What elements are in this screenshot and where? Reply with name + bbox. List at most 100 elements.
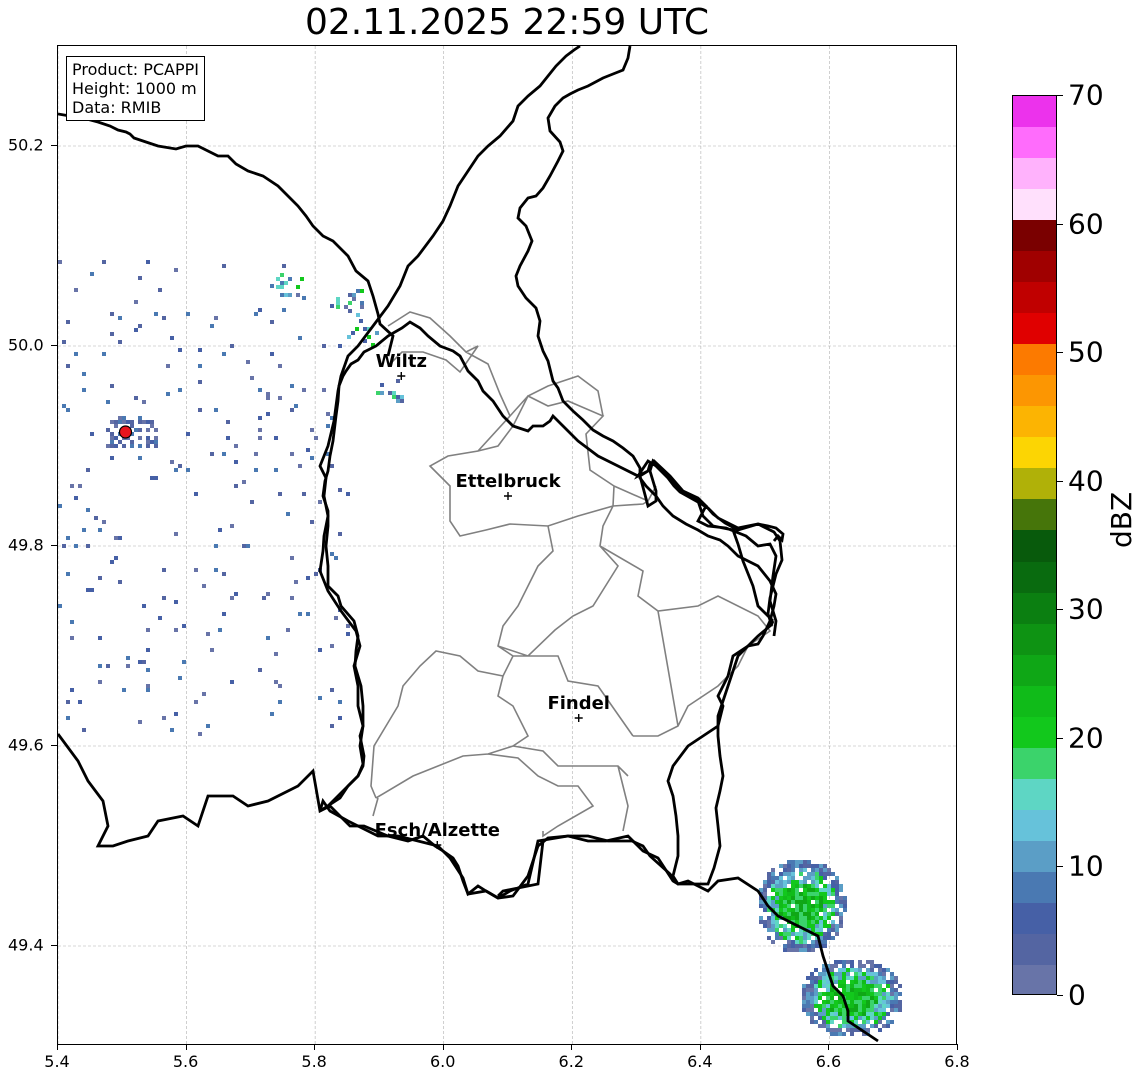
echo-cell: [110, 560, 114, 564]
echo-cell: [787, 868, 791, 872]
echo-cell: [114, 536, 118, 540]
y-tick-label: 49.4: [8, 935, 44, 955]
echo-cell: [835, 912, 839, 916]
echo-cell: [862, 1020, 866, 1024]
echo-cell: [850, 992, 854, 996]
y-tick-label: 49.8: [8, 535, 44, 555]
echo-cell: [771, 872, 775, 876]
echo-cell: [142, 660, 146, 664]
echo-cell: [823, 904, 827, 908]
echo-cell: [795, 916, 799, 920]
echo-cell: [866, 960, 870, 964]
echo-cell: [831, 880, 835, 884]
echo-cell: [346, 624, 350, 628]
echo-cell: [870, 976, 874, 980]
echo-cell: [810, 980, 814, 984]
echo-cell: [854, 1000, 858, 1004]
echo-cell: [771, 920, 775, 924]
echo-cell: [802, 984, 806, 988]
echo-cell: [799, 900, 803, 904]
echo-cell: [210, 648, 214, 652]
national-border: [58, 112, 879, 1043]
echo-cell: [898, 992, 902, 996]
echo-cell: [330, 304, 334, 308]
echo-cell: [811, 884, 815, 888]
echo-cell: [842, 1008, 846, 1012]
echo-cell: [359, 319, 363, 323]
echo-cell: [819, 864, 823, 868]
echo-cell: [831, 908, 835, 912]
echo-cell: [138, 720, 142, 724]
echo-cell: [270, 284, 274, 288]
echo-cell: [799, 880, 803, 884]
echo-cell: [870, 960, 874, 964]
echo-cell: [142, 604, 146, 608]
echo-cell: [822, 1016, 826, 1020]
echo-cell: [360, 289, 364, 293]
echo-cell: [282, 264, 286, 268]
echo-cell: [854, 984, 858, 988]
echo-cell: [838, 1008, 842, 1012]
echo-cell: [771, 884, 775, 888]
echo-cell: [322, 344, 326, 348]
echo-cell: [74, 352, 78, 356]
x-tick-mark: [957, 1044, 958, 1050]
echo-cell: [771, 888, 775, 892]
colorbar-segment: [1013, 344, 1056, 376]
echo-cell: [791, 880, 795, 884]
echo-cell: [783, 864, 787, 868]
echo-cell: [170, 336, 174, 340]
echo-cell: [850, 1000, 854, 1004]
echo-cell: [775, 880, 779, 884]
echo-cell: [122, 444, 126, 448]
echo-cell: [78, 700, 82, 704]
echo-cell: [779, 936, 783, 940]
y-tick-label: 49.6: [8, 735, 44, 755]
echo-cell: [822, 980, 826, 984]
echo-cell: [823, 876, 827, 880]
echo-cell: [799, 864, 803, 868]
echo-cell: [146, 420, 150, 424]
echo-cell: [290, 408, 294, 412]
echo-cell: [870, 1004, 874, 1008]
echo-cell: [831, 892, 835, 896]
echo-cell: [799, 884, 803, 888]
echo-cell: [775, 884, 779, 888]
echo-cell: [854, 972, 858, 976]
echo-cell: [174, 712, 178, 716]
echo-cell: [771, 924, 775, 928]
echo-cell: [874, 1008, 878, 1012]
echo-cell: [806, 1000, 810, 1004]
colorbar-tick-mark: [1057, 737, 1063, 739]
echo-cell: [114, 424, 118, 428]
echo-cell: [767, 924, 771, 928]
echo-cell: [791, 892, 795, 896]
echo-cell: [830, 996, 834, 1000]
echo-cell: [823, 868, 827, 872]
echo-cell: [74, 544, 78, 548]
echo-cell: [174, 468, 178, 472]
echo-cell: [842, 980, 846, 984]
echo-cell: [838, 960, 842, 964]
colorbar-segment: [1013, 716, 1056, 749]
echo-cell: [814, 1012, 818, 1016]
echo-cell: [62, 340, 66, 344]
echo-cell: [870, 984, 874, 988]
echo-cell: [807, 900, 811, 904]
echo-cell: [266, 412, 270, 416]
echo-cell: [134, 428, 138, 432]
echo-cell: [74, 288, 78, 292]
x-tick-mark: [314, 1044, 316, 1050]
echo-cell: [882, 976, 886, 980]
echo-cell: [314, 572, 318, 576]
echo-cell: [815, 908, 819, 912]
echo-cell: [779, 900, 783, 904]
echo-cell: [791, 864, 795, 868]
echo-cell: [230, 596, 234, 600]
echo-cell: [274, 680, 278, 684]
echo-cell: [158, 288, 162, 292]
echo-cell: [838, 1000, 842, 1004]
echo-cell: [842, 1032, 846, 1036]
echo-cell: [396, 379, 400, 383]
echo-cell: [302, 296, 306, 300]
